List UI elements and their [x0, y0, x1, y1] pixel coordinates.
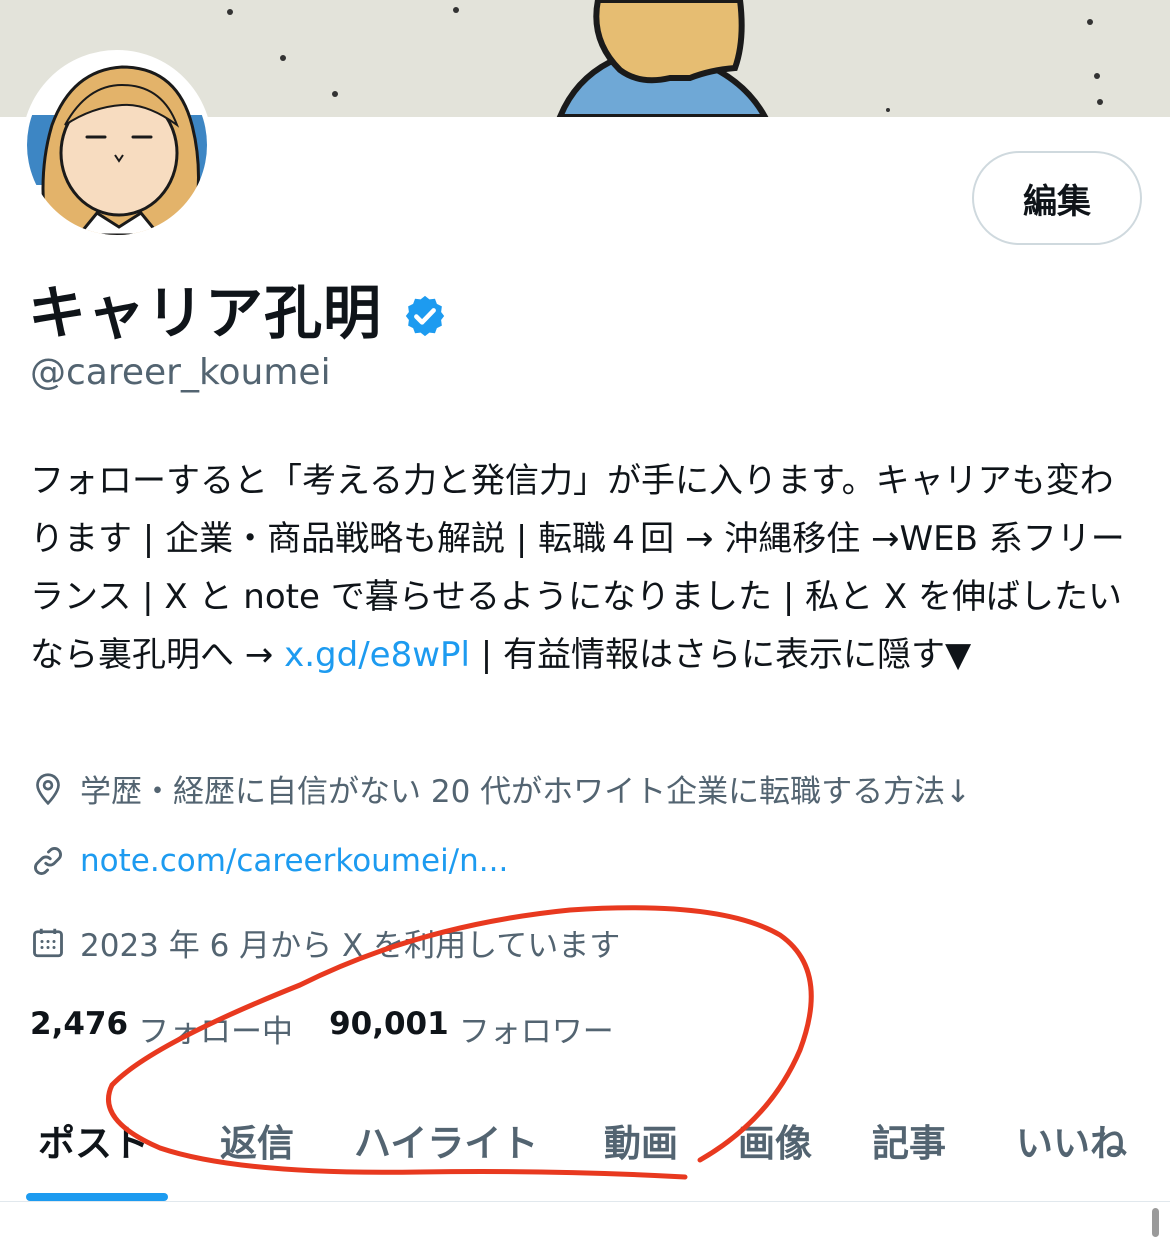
verified-badge-icon[interactable] — [402, 285, 448, 337]
profile-bio: フォローすると「考える力と発信力」が手に入ります。キャリアも変わります | 企業… — [30, 452, 1140, 684]
scrollbar[interactable] — [1152, 1208, 1159, 1237]
website-link[interactable]: note.com/careerkoumei/n... — [80, 843, 508, 879]
link-icon — [34, 847, 62, 875]
profile-joined: 2023 年 6 月から X を利用しています — [30, 920, 620, 965]
followers-count: 90,001 — [329, 1006, 449, 1042]
tab-articles[interactable]: 記事 — [872, 1113, 946, 1167]
follow-counts: 2,476 フォロー中 90,001 フォロワー — [30, 1006, 650, 1051]
location-pin-icon — [36, 772, 60, 805]
calendar-icon — [33, 928, 63, 957]
profile-handle: @career_koumei — [30, 352, 331, 393]
bio-text-rest: | 有益情報はさらに表示に隠す▼ — [469, 635, 972, 675]
display-name: キャリア孔明 — [28, 279, 383, 347]
tabs-divider — [0, 1201, 1170, 1202]
tab-videos[interactable]: 動画 — [604, 1113, 678, 1167]
profile-location: 学歴・経歴に自信がない 20 代がホワイト企業に転職する方法↓ — [30, 766, 971, 811]
tab-likes[interactable]: いいね — [1016, 1113, 1127, 1167]
bio-link[interactable]: x.gd/e8wPl — [284, 635, 470, 675]
followers-link[interactable]: 90,001 フォロワー — [329, 1006, 614, 1051]
active-tab-indicator — [26, 1193, 168, 1201]
profile-tabs: ポスト 返信 ハイライト 動画 画像 記事 いいね — [0, 1095, 1170, 1201]
joined-text: 2023 年 6 月から X を利用しています — [80, 928, 621, 964]
location-text: 学歴・経歴に自信がない 20 代がホワイト企業に転職する方法↓ — [80, 774, 972, 810]
following-link[interactable]: 2,476 フォロー中 — [30, 1006, 293, 1051]
avatar-illustration — [27, 55, 207, 235]
tab-highlights[interactable]: ハイライト — [354, 1113, 538, 1167]
profile-website: note.com/careerkoumei/n... — [30, 843, 508, 879]
profile-name: キャリア孔明 — [28, 266, 448, 350]
followers-label: フォロワー — [458, 1014, 614, 1050]
tab-posts[interactable]: ポスト — [38, 1113, 149, 1167]
edit-profile-button[interactable]: 編集 — [972, 151, 1142, 245]
following-count: 2,476 — [30, 1006, 129, 1042]
tab-images[interactable]: 画像 — [738, 1113, 812, 1167]
following-label: フォロー中 — [138, 1014, 294, 1050]
avatar[interactable] — [22, 50, 212, 240]
tab-replies[interactable]: 返信 — [220, 1113, 294, 1167]
